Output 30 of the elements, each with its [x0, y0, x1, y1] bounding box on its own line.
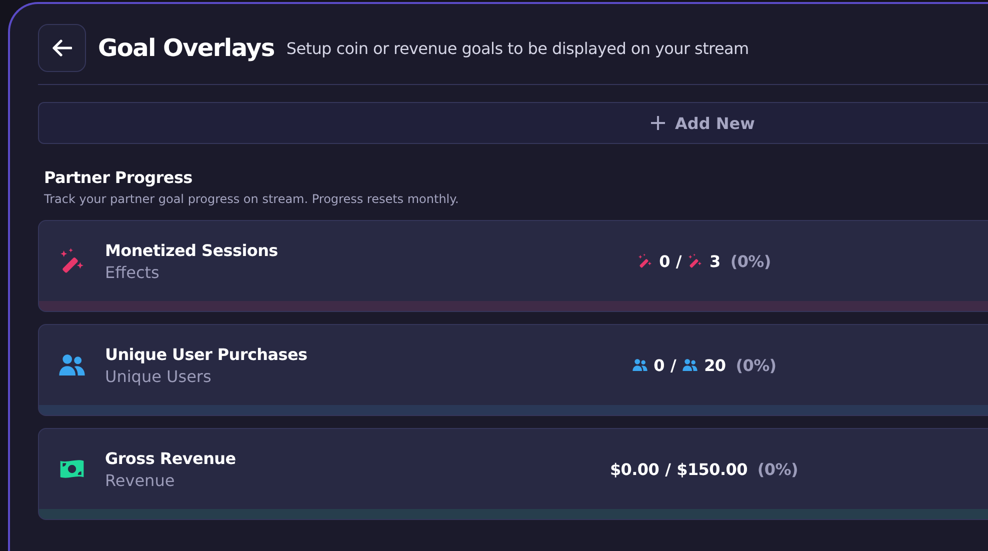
slash-separator: /: [676, 252, 682, 270]
magic-wand-icon: [637, 253, 654, 269]
goal-percent: (0%): [736, 356, 776, 374]
goal-target: 3: [709, 252, 720, 270]
add-new-button[interactable]: Add New: [38, 102, 988, 144]
section-description: Track your partner goal progress on stream. Progress resets monthly.: [44, 192, 460, 206]
goal-type: Revenue: [105, 470, 176, 490]
goal-title: Unique User Purchases: [105, 344, 308, 364]
page-subtitle: Setup coin or revenue goals to be displayed on your stream: [286, 38, 749, 58]
back-button[interactable]: [38, 24, 86, 72]
goal-target: $150.00: [676, 460, 748, 478]
goal-target: 20: [704, 356, 726, 374]
section-title: Partner Progress: [44, 168, 194, 187]
goal-title: Gross Revenue: [105, 448, 236, 468]
goal-title: Monetized Sessions: [105, 240, 278, 260]
plus-icon: [651, 116, 666, 130]
back-arrow-icon: [52, 39, 72, 57]
users-icon: [632, 357, 648, 373]
goal-current: 0: [659, 252, 670, 270]
goal-percent: (0%): [757, 460, 798, 478]
goal-type: Effects: [105, 262, 160, 282]
users-icon: [682, 357, 698, 373]
goal-percent: (0%): [730, 252, 771, 270]
goal-type: Unique Users: [105, 366, 212, 386]
goal-current: $0.00: [610, 460, 660, 478]
slash-separator: /: [670, 356, 676, 374]
slash-separator: /: [665, 460, 671, 478]
goal-current: 0: [654, 356, 665, 374]
magic-wand-icon: [687, 253, 704, 269]
page-title: Goal Overlays: [98, 34, 274, 62]
